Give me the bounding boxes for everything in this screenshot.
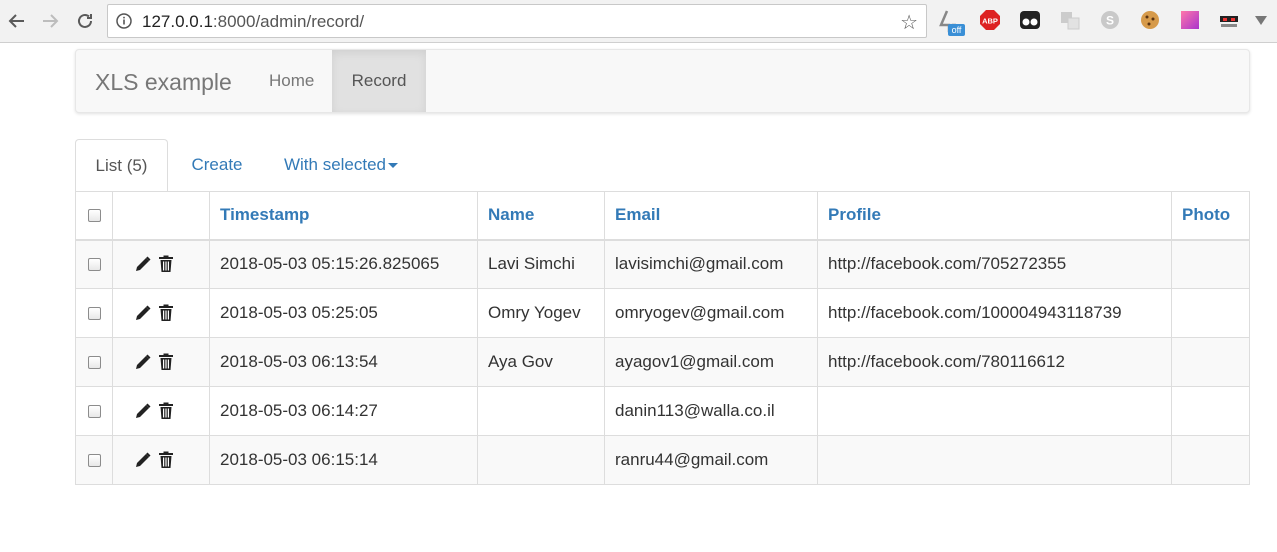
edit-pencil-icon[interactable] <box>134 353 152 371</box>
table-row: 2018-05-03 06:14:27 danin113@walla.co.il <box>75 386 1250 436</box>
cell-profile: http://facebook.com/705272355 <box>817 239 1172 289</box>
select-all-checkbox[interactable] <box>87 209 101 223</box>
tab-with-selected[interactable]: With selected <box>271 139 411 192</box>
table-header-row: Timestamp Name Email Profile Photo <box>75 191 1250 241</box>
edit-pencil-icon[interactable] <box>134 304 152 322</box>
bookmark-star-icon[interactable]: ☆ <box>900 10 918 35</box>
records-table: Timestamp Name Email Profile Photo 2018-… <box>75 191 1250 485</box>
url-host: 127.0.0.1 <box>142 12 213 31</box>
cookie-icon[interactable] <box>1139 9 1161 31</box>
header-email[interactable]: Email <box>604 191 818 241</box>
forward-arrow-icon[interactable] <box>36 7 64 35</box>
cell-timestamp: 2018-05-03 06:14:27 <box>209 386 478 436</box>
svg-text:S: S <box>1106 14 1114 28</box>
row-checkbox[interactable] <box>87 258 101 272</box>
delete-trash-icon[interactable] <box>158 353 174 371</box>
row-checkbox[interactable] <box>87 405 101 419</box>
cell-email: ayagov1@gmail.com <box>604 337 818 387</box>
cell-email: ranru44@gmail.com <box>604 435 818 485</box>
browser-toolbar: 127.0.0.1:8000/admin/record/ ☆ off ABP S <box>0 0 1277 43</box>
nav-home[interactable]: Home <box>251 50 332 112</box>
cell-photo <box>1171 386 1250 436</box>
cell-profile <box>817 435 1172 485</box>
url-path: :8000/admin/record/ <box>212 12 365 31</box>
row-actions <box>112 337 210 387</box>
cell-photo <box>1171 288 1250 338</box>
list-tabs: List (5) Create With selected <box>75 139 1250 192</box>
with-selected-label: With selected <box>283 155 387 174</box>
cell-name: Aya Gov <box>477 337 605 387</box>
table-row: 2018-05-03 05:15:26.825065 Lavi Simchi l… <box>75 239 1250 289</box>
tab-create[interactable]: Create <box>175 139 259 192</box>
row-select-cell <box>75 435 113 485</box>
header-timestamp[interactable]: Timestamp <box>209 191 478 241</box>
cell-name <box>477 386 605 436</box>
adblock-icon[interactable]: ABP <box>979 9 1001 31</box>
cell-photo <box>1171 239 1250 289</box>
extension-icon[interactable]: off <box>939 9 965 36</box>
edit-pencil-icon[interactable] <box>134 451 152 469</box>
info-icon[interactable] <box>116 13 132 34</box>
tampermonkey-icon[interactable] <box>1019 9 1041 31</box>
address-bar[interactable]: 127.0.0.1:8000/admin/record/ ☆ <box>107 4 927 38</box>
extension-badge: off <box>952 25 962 35</box>
brand-title[interactable]: XLS example <box>95 69 232 96</box>
actions-header <box>112 191 210 241</box>
delete-trash-icon[interactable] <box>158 451 174 469</box>
row-select-cell <box>75 386 113 436</box>
cell-email: danin113@walla.co.il <box>604 386 818 436</box>
reload-icon[interactable] <box>71 7 99 35</box>
translate-icon[interactable] <box>1059 9 1081 31</box>
cell-timestamp: 2018-05-03 05:25:05 <box>209 288 478 338</box>
cell-photo <box>1171 337 1250 387</box>
back-arrow-icon[interactable] <box>3 7 31 35</box>
gradient-extension-icon[interactable] <box>1179 9 1201 31</box>
app-navbar: XLS example Home Record <box>75 49 1250 113</box>
row-select-cell <box>75 288 113 338</box>
row-actions <box>112 239 210 289</box>
row-checkbox[interactable] <box>87 356 101 370</box>
cell-profile: http://facebook.com/100004943118739 <box>817 288 1172 338</box>
chrome-menu-icon[interactable] <box>1253 9 1275 31</box>
cell-profile: http://facebook.com/780116612 <box>817 337 1172 387</box>
table-row: 2018-05-03 05:25:05 Omry Yogev omryogev@… <box>75 288 1250 338</box>
cell-timestamp: 2018-05-03 05:15:26.825065 <box>209 239 478 289</box>
cell-name: Omry Yogev <box>477 288 605 338</box>
table-row: 2018-05-03 06:15:14 ranru44@gmail.com <box>75 435 1250 485</box>
row-checkbox[interactable] <box>87 307 101 321</box>
incognito-extension-icon[interactable] <box>1218 9 1240 31</box>
cell-name <box>477 435 605 485</box>
row-checkbox[interactable] <box>87 454 101 468</box>
table-row: 2018-05-03 06:13:54 Aya Gov ayagov1@gmai… <box>75 337 1250 387</box>
cell-email: lavisimchi@gmail.com <box>604 239 818 289</box>
tab-list[interactable]: List (5) <box>75 139 168 192</box>
delete-trash-icon[interactable] <box>158 402 174 420</box>
header-photo[interactable]: Photo <box>1171 191 1250 241</box>
skype-icon[interactable]: S <box>1099 9 1121 31</box>
row-actions <box>112 288 210 338</box>
url-text: 127.0.0.1:8000/admin/record/ <box>142 12 364 32</box>
row-actions <box>112 435 210 485</box>
cell-photo <box>1171 435 1250 485</box>
edit-pencil-icon[interactable] <box>134 255 152 273</box>
row-select-cell <box>75 337 113 387</box>
edit-pencil-icon[interactable] <box>134 402 152 420</box>
row-actions <box>112 386 210 436</box>
cell-timestamp: 2018-05-03 06:13:54 <box>209 337 478 387</box>
select-all-cell <box>75 191 113 241</box>
delete-trash-icon[interactable] <box>158 304 174 322</box>
header-profile[interactable]: Profile <box>817 191 1172 241</box>
adblock-label: ABP <box>982 17 998 26</box>
nav-record[interactable]: Record <box>332 50 426 112</box>
header-name[interactable]: Name <box>477 191 605 241</box>
cell-profile <box>817 386 1172 436</box>
delete-trash-icon[interactable] <box>158 255 174 273</box>
cell-name: Lavi Simchi <box>477 239 605 289</box>
row-select-cell <box>75 239 113 289</box>
caret-down-icon <box>388 163 399 169</box>
cell-email: omryogev@gmail.com <box>604 288 818 338</box>
cell-timestamp: 2018-05-03 06:15:14 <box>209 435 478 485</box>
